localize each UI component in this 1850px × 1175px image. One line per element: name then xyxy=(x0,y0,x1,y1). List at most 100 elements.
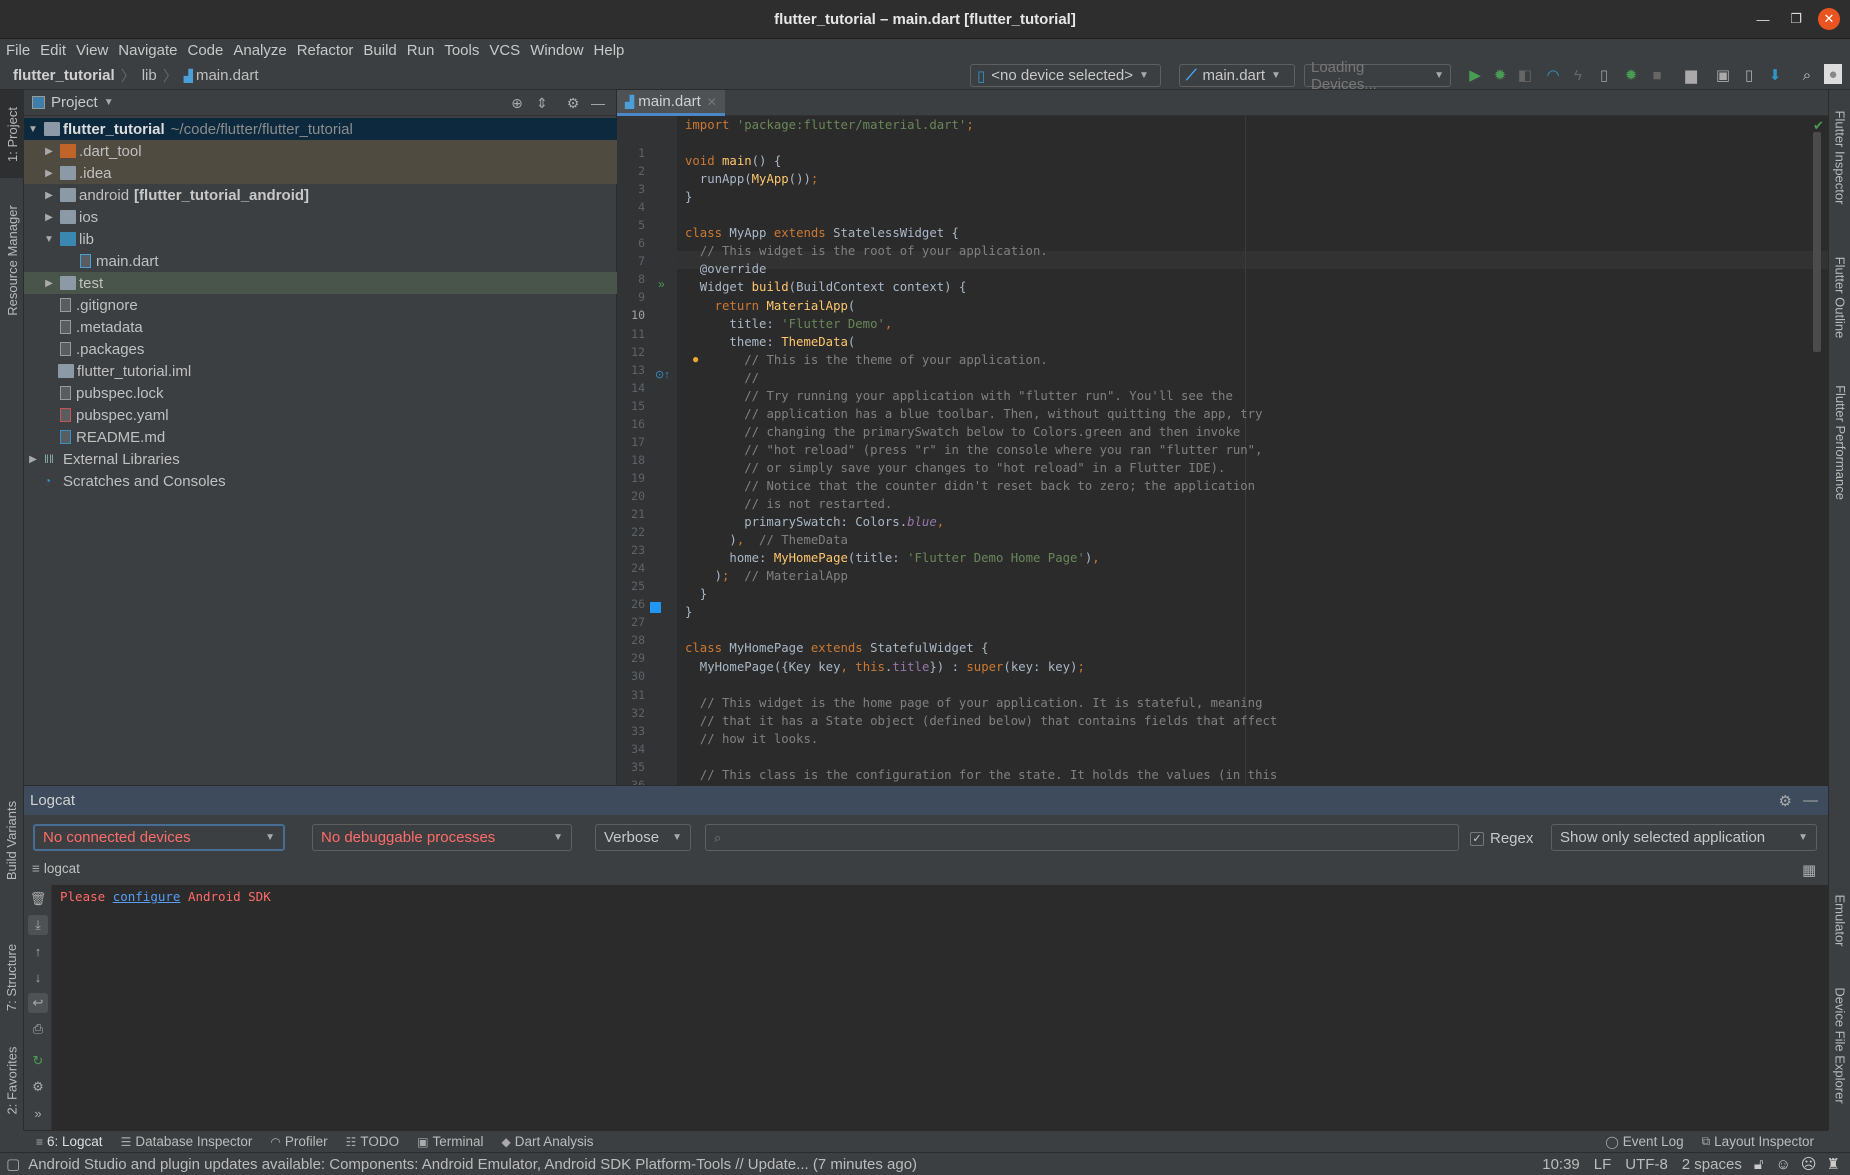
scroll-to-end-icon[interactable]: ⤓ xyxy=(28,915,48,935)
hot-reload-icon[interactable]: ϟ xyxy=(1567,64,1589,86)
menu-tools[interactable]: Tools xyxy=(444,42,479,59)
code-line[interactable]: // that it has a State object (defined b… xyxy=(685,714,1277,728)
avd-manager-icon[interactable]: ▣ xyxy=(1712,64,1734,86)
sdk-manager-icon[interactable]: ⬇ xyxy=(1764,64,1786,86)
breadcrumb-project[interactable]: flutter_tutorial xyxy=(13,67,115,84)
menu-file[interactable]: File xyxy=(6,42,30,59)
code-line[interactable]: // changing the primarySwatch below to C… xyxy=(685,425,1240,439)
tool-tab-todo[interactable]: ☷ TODO xyxy=(346,1134,400,1149)
collapsed-arrow-icon[interactable]: ▶ xyxy=(42,190,56,201)
collapsed-arrow-icon[interactable]: ▶ xyxy=(26,454,40,465)
tab-resource-manager[interactable]: Resource Manager xyxy=(0,190,24,330)
code-line[interactable]: // xyxy=(685,371,759,385)
tab-build-variants[interactable]: Build Variants xyxy=(0,780,24,900)
locate-icon[interactable]: ⊕ xyxy=(508,94,526,112)
file-encoding[interactable]: UTF-8 xyxy=(1625,1156,1668,1173)
more-icon[interactable]: » xyxy=(28,1103,48,1123)
code-line[interactable]: MyHomePage({Key key, this.title}) : supe… xyxy=(685,660,1085,674)
code-line[interactable]: title: 'Flutter Demo', xyxy=(685,317,892,331)
menu-vcs[interactable]: VCS xyxy=(489,42,520,59)
maximize-button[interactable]: ❐ xyxy=(1785,8,1807,30)
hide-icon[interactable]: — xyxy=(589,94,607,112)
indent-setting[interactable]: 2 spaces xyxy=(1682,1156,1742,1173)
code-line[interactable]: // is not restarted. xyxy=(685,497,892,511)
expanded-arrow-icon[interactable]: ▼ xyxy=(42,234,56,245)
menu-run[interactable]: Run xyxy=(407,42,435,59)
soft-wrap-icon[interactable]: ↩ xyxy=(28,993,48,1013)
tool-tab-logcat[interactable]: ≡ 6: Logcat xyxy=(36,1134,103,1149)
editor-scrollbar[interactable] xyxy=(1813,132,1821,352)
project-structure-icon[interactable]: ▆ xyxy=(1680,64,1702,86)
up-arrow-icon[interactable]: ↑ xyxy=(28,941,48,961)
inspector-hat-icon[interactable]: ♜ xyxy=(1827,1155,1840,1173)
tab-device-file-explorer[interactable]: Device File Explorer xyxy=(1829,975,1850,1115)
debug-icon[interactable]: ✹ xyxy=(1489,64,1511,86)
expanded-arrow-icon[interactable]: ▼ xyxy=(26,124,40,135)
tree-item[interactable]: ▶ android [flutter_tutorial_android] xyxy=(24,184,617,206)
caret-position[interactable]: 10:39 xyxy=(1542,1156,1580,1173)
print-icon[interactable]: ⎙ xyxy=(28,1019,48,1039)
menu-view[interactable]: View xyxy=(76,42,108,59)
clear-logcat-icon[interactable]: 🗑 xyxy=(28,889,48,909)
code-line[interactable]: return MaterialApp( xyxy=(685,299,856,313)
tree-item[interactable]: pubspec.yaml xyxy=(24,404,617,426)
code-line[interactable]: // This widget is the root of your appli… xyxy=(685,244,1048,258)
tool-tab-layout-inspector[interactable]: ⧉ Layout Inspector xyxy=(1702,1134,1814,1149)
tree-item[interactable]: ▶ ios xyxy=(24,206,617,228)
tree-item[interactable]: ▼ lib xyxy=(24,228,617,250)
close-button[interactable]: ✕ xyxy=(1818,8,1840,30)
menu-refactor[interactable]: Refactor xyxy=(297,42,354,59)
stop-icon[interactable]: ■ xyxy=(1646,64,1668,86)
code-line[interactable]: // This class is the configuration for t… xyxy=(685,768,1277,782)
code-line[interactable]: // Try running your application with "fl… xyxy=(685,389,1233,403)
collapsed-arrow-icon[interactable]: ▶ xyxy=(42,278,56,289)
configure-link[interactable]: configure xyxy=(113,889,181,904)
attach-debugger-icon[interactable]: ✹ xyxy=(1620,64,1642,86)
user-avatar-icon[interactable]: ● xyxy=(1824,64,1842,84)
collapse-all-icon[interactable]: ⇕ xyxy=(533,94,551,112)
tree-item[interactable]: flutter_tutorial.iml xyxy=(24,360,617,382)
line-separator[interactable]: LF xyxy=(1594,1156,1612,1173)
toggle-tool-windows-icon[interactable]: ▢ xyxy=(6,1155,20,1173)
layout-options-icon[interactable]: ▦ xyxy=(1802,861,1816,879)
logcat-tab[interactable]: ≡ logcat xyxy=(32,861,80,876)
tree-item[interactable]: ▶ .dart_tool xyxy=(24,140,617,162)
tool-tab-dart-analysis[interactable]: ◆ Dart Analysis xyxy=(502,1134,594,1149)
tool-tab-database-inspector[interactable]: ☰ Database Inspector xyxy=(121,1134,253,1149)
tree-item[interactable]: .gitignore xyxy=(24,294,617,316)
menu-analyze[interactable]: Analyze xyxy=(233,42,286,59)
code-line[interactable]: runApp(MyApp()); xyxy=(685,172,819,186)
code-line[interactable]: ); // MaterialApp xyxy=(685,569,848,583)
breadcrumb-folder[interactable]: lib xyxy=(142,67,157,84)
tab-flutter-performance[interactable]: Flutter Performance xyxy=(1829,370,1850,515)
process-dropdown[interactable]: No debuggable processes ▼ xyxy=(312,824,572,851)
tool-tab-event-log[interactable]: ◯ Event Log xyxy=(1605,1134,1683,1149)
close-tab-icon[interactable]: ✕ xyxy=(707,95,717,109)
code-line[interactable]: class MyHomePage extends StatefulWidget … xyxy=(685,641,989,655)
editor-tab-main-dart[interactable]: ▟ main.dart ✕ xyxy=(617,90,725,116)
menu-navigate[interactable]: Navigate xyxy=(118,42,177,59)
tree-item[interactable]: ▶ .idea xyxy=(24,162,617,184)
tab-project[interactable]: 1: Project xyxy=(0,90,24,178)
smile-feedback-icon[interactable]: ☺ xyxy=(1776,1156,1791,1173)
run-gutter-icon[interactable]: » xyxy=(658,277,665,291)
code-line[interactable]: } xyxy=(685,190,692,204)
tree-item[interactable]: ▶ ‖‖ External Libraries xyxy=(24,448,617,470)
code-line[interactable]: // Notice that the counter didn't reset … xyxy=(685,479,1255,493)
frown-feedback-icon[interactable]: ☹ xyxy=(1801,1155,1817,1173)
device-selector[interactable]: ▯ <no device selected> ▼ xyxy=(970,64,1161,87)
code-line[interactable]: // This is the theme of your application… xyxy=(685,353,1048,367)
code-line[interactable]: void main() { xyxy=(685,154,781,168)
code-line[interactable]: home: MyHomePage(title: 'Flutter Demo Ho… xyxy=(685,551,1099,565)
tool-tab-profiler[interactable]: ◠ Profiler xyxy=(270,1134,327,1149)
tab-favorites[interactable]: 2: Favorites xyxy=(0,1030,24,1130)
collapsed-arrow-icon[interactable]: ▶ xyxy=(42,146,56,157)
tree-item[interactable]: .packages xyxy=(24,338,617,360)
status-message[interactable]: Android Studio and plugin updates availa… xyxy=(28,1156,917,1173)
gear-icon[interactable]: ⚙ xyxy=(28,1077,48,1097)
run-icon[interactable]: ▶ xyxy=(1464,64,1486,86)
menu-window[interactable]: Window xyxy=(530,42,583,59)
hide-icon[interactable]: — xyxy=(1803,792,1818,809)
loading-devices-selector[interactable]: Loading Devices... ▼ xyxy=(1304,59,1451,93)
tree-item[interactable]: main.dart xyxy=(24,250,617,272)
